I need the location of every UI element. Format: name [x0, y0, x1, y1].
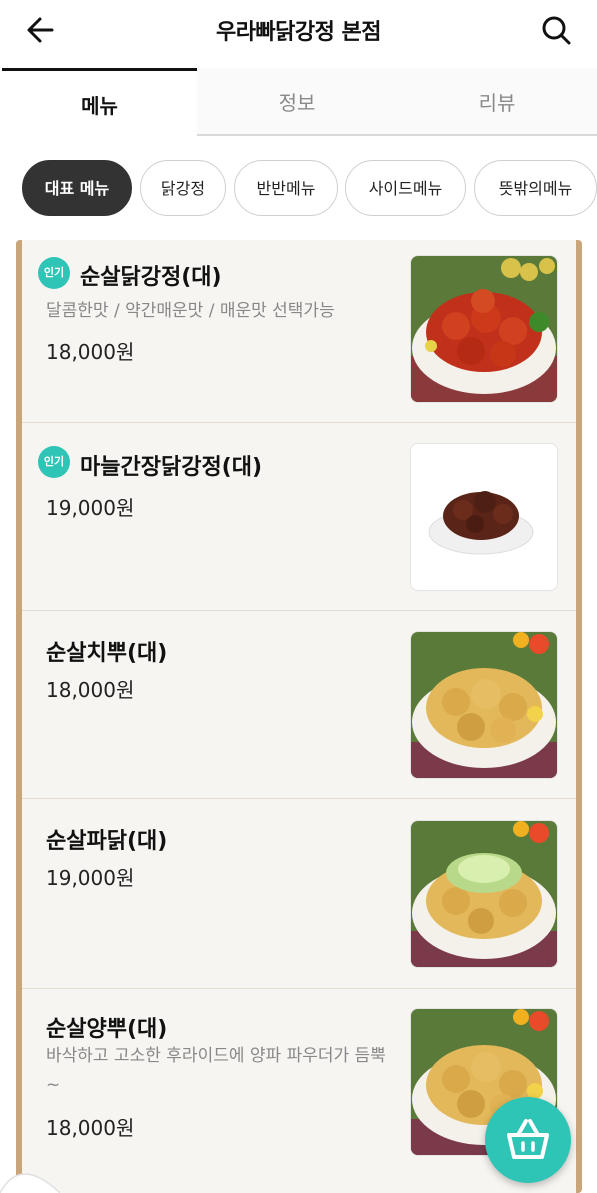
chip-side-menu[interactable]: 사이드메뉴 [345, 160, 466, 216]
menu-item[interactable]: 인기 순살닭강정(대) 달콤한맛 / 약간매운맛 / 매운맛 선택가능 18,0… [22, 240, 576, 423]
cart-button[interactable] [485, 1097, 571, 1183]
chip-signature-menu[interactable]: 대표 메뉴 [22, 160, 132, 216]
menu-item[interactable]: 순살파닭(대) 19,000원 [22, 798, 576, 989]
menu-item-price: 19,000원 [46, 866, 135, 890]
menu-item-image [410, 820, 558, 968]
tab-review[interactable]: 리뷰 [397, 68, 597, 136]
tab-divider [197, 134, 597, 136]
menu-item-name: 순살닭강정(대) [80, 265, 222, 290]
menu-item[interactable]: 인기 마늘간장닭강정(대) 19,000원 [22, 422, 576, 611]
search-icon [542, 16, 571, 45]
tab-menu[interactable]: 메뉴 [2, 68, 197, 136]
corner-decoration [0, 1173, 60, 1193]
menu-item[interactable]: 순살치뿌(대) 18,000원 [22, 610, 576, 799]
menu-item-name: 순살파닭(대) [46, 829, 168, 854]
menu-item-price: 18,000원 [46, 340, 135, 364]
menu-item-price: 18,000원 [46, 678, 135, 702]
chip-dakgangjeong[interactable]: 닭강정 [140, 160, 226, 216]
menu-item-price: 18,000원 [46, 1116, 135, 1140]
app-header: 우라빠닭강정 본점 [0, 0, 597, 62]
menu-item-description: 바삭하고 고소한 후라이드에 양파 파우더가 듬뿍~ [46, 1046, 386, 1095]
menu-item-price: 19,000원 [46, 496, 135, 520]
menu-item-name: 순살치뿌(대) [46, 641, 168, 666]
menu-item-image [410, 631, 558, 779]
menu-item-image [410, 255, 558, 403]
menu-item-name: 순살양뿌(대) [46, 1017, 168, 1042]
search-button[interactable] [537, 12, 577, 48]
menu-item-name: 마늘간장닭강정(대) [80, 455, 263, 480]
category-chips: 대표 메뉴 닭강정 반반메뉴 사이드메뉴 뜻밖의메뉴 [0, 160, 597, 218]
menu-item-description: 달콤한맛 / 약간매운맛 / 매운맛 선택가능 [46, 301, 335, 321]
popular-badge: 인기 [38, 257, 70, 289]
tab-info[interactable]: 정보 [197, 68, 397, 136]
popular-badge: 인기 [38, 446, 70, 478]
chip-half-half-menu[interactable]: 반반메뉴 [234, 160, 338, 216]
basket-icon [507, 1119, 549, 1159]
tab-bar: 메뉴 정보 리뷰 [0, 68, 597, 138]
page-title: 우라빠닭강정 본점 [215, 20, 382, 45]
menu-item-image [410, 443, 558, 591]
chip-surprise-menu[interactable]: 뜻밖의메뉴 [474, 160, 597, 216]
